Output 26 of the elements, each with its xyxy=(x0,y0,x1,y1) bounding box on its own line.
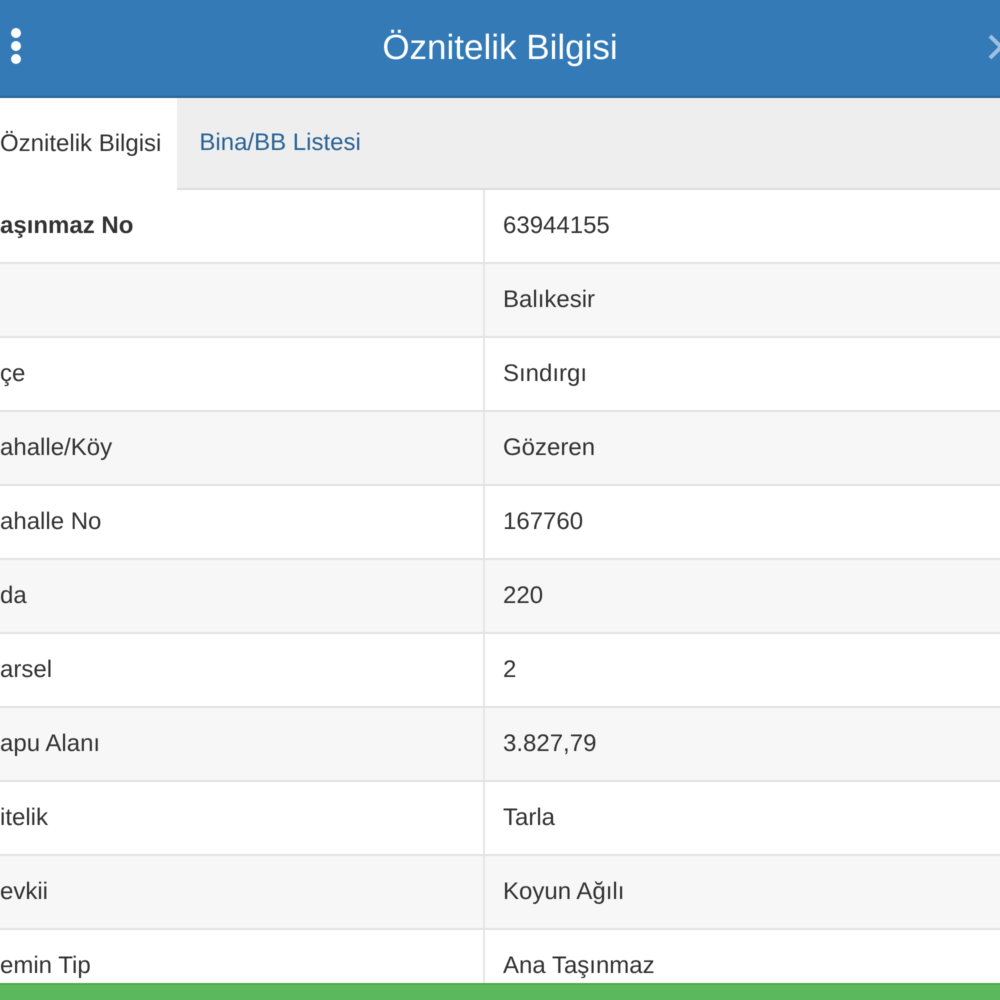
table-cell: 167760 xyxy=(503,508,584,536)
table-cell: evkii xyxy=(0,878,48,906)
table-cell: ahalle No xyxy=(0,508,102,536)
table-cell: apu Alanı xyxy=(0,730,100,758)
window-title: Öznitelik Bilgisi xyxy=(382,28,618,68)
tab[interactable]: Öznitelik Bilgisi xyxy=(0,98,178,190)
table-cell: da xyxy=(0,582,27,610)
table-cell: emin Tip xyxy=(0,952,91,980)
table-cell: aşınmaz No xyxy=(0,212,134,240)
table-cell: Ana Taşınmaz xyxy=(503,952,655,980)
table-cell: itelik xyxy=(0,804,48,832)
table-cell: Balıkesir xyxy=(503,286,596,314)
table-cell: Tarla xyxy=(503,804,556,832)
table-cell: 220 xyxy=(503,582,544,610)
table-cell: 63944155 xyxy=(503,212,610,240)
table-cell: 2 xyxy=(503,656,516,684)
table-cell: Gözeren xyxy=(503,434,596,462)
table-cell: Sındırgı xyxy=(503,360,588,388)
table-cell: ahalle/Köy xyxy=(0,434,112,462)
table-cell: arsel xyxy=(0,656,52,684)
table-cell: Koyun Ağılı xyxy=(503,878,624,906)
tab[interactable]: Bina/BB Listesi xyxy=(177,98,383,188)
menu-icon[interactable] xyxy=(8,28,24,64)
close-icon[interactable] xyxy=(988,34,1000,60)
table-cell: 3.827,79 xyxy=(503,730,596,758)
table-cell: çe xyxy=(0,360,26,388)
